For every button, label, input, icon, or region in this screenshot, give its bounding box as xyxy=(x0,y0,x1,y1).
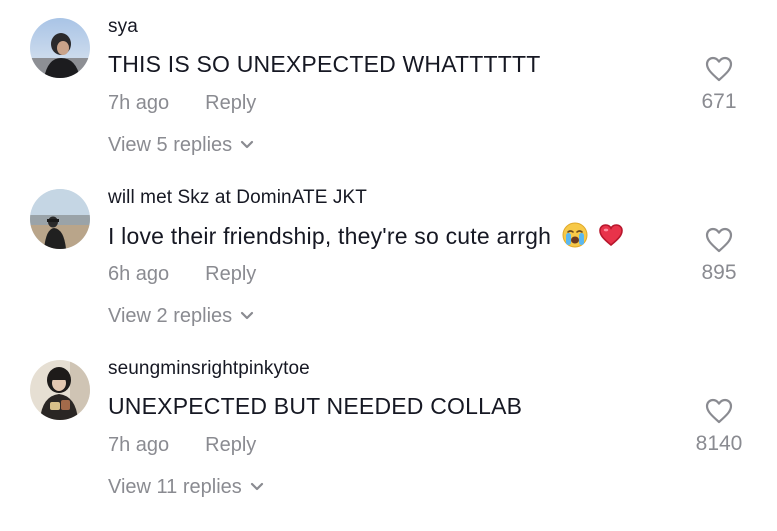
like-count: 8140 xyxy=(695,432,743,455)
heart-outline-icon[interactable] xyxy=(705,56,733,82)
chevron-down-icon xyxy=(240,133,254,156)
comment-meta: 7h ago Reply xyxy=(108,92,256,115)
comment-text: I love their friendship, they're so cute… xyxy=(108,222,624,254)
comment-text: THIS IS SO UNEXPECTED WHATTTTTT xyxy=(108,51,541,77)
view-replies-button[interactable]: View 11 replies xyxy=(108,476,264,499)
view-replies-button[interactable]: View 2 replies xyxy=(108,305,254,328)
comment-time: 7h ago xyxy=(108,434,170,456)
heart-outline-icon[interactable] xyxy=(705,398,733,424)
chevron-down-icon xyxy=(250,475,264,498)
crying-face-icon xyxy=(562,222,588,254)
comment-text-content: I love their friendship, they're so cute… xyxy=(108,223,552,250)
comment-meta: 6h ago Reply xyxy=(108,263,256,286)
avatar[interactable] xyxy=(30,18,90,78)
comment-item: sya THIS IS SO UNEXPECTED WHATTTTTT 7h a… xyxy=(0,16,777,189)
view-replies-button[interactable]: View 5 replies xyxy=(108,134,254,157)
view-replies-label: View 11 replies xyxy=(108,476,242,498)
comment-item: seungminsrightpinkytoe UNEXPECTED BUT NE… xyxy=(0,358,777,531)
comment-username[interactable]: will met Skz at DominATE JKT xyxy=(108,187,367,209)
red-heart-icon xyxy=(598,223,624,253)
reply-button[interactable]: Reply xyxy=(205,434,256,456)
avatar[interactable] xyxy=(30,360,90,420)
avatar[interactable] xyxy=(30,189,90,249)
like-count: 671 xyxy=(701,90,737,113)
heart-outline-icon[interactable] xyxy=(705,227,733,253)
comment-time: 7h ago xyxy=(108,92,170,114)
comment-time: 6h ago xyxy=(108,263,170,285)
chevron-down-icon xyxy=(240,304,254,327)
comment-item: will met Skz at DominATE JKT I love thei… xyxy=(0,187,777,360)
comment-text: UNEXPECTED BUT NEEDED COLLAB xyxy=(108,393,523,419)
comment-meta: 7h ago Reply xyxy=(108,434,256,457)
comment-username[interactable]: seungminsrightpinkytoe xyxy=(108,358,310,380)
comment-username[interactable]: sya xyxy=(108,16,138,38)
like-count: 895 xyxy=(701,261,737,284)
reply-button[interactable]: Reply xyxy=(205,263,256,285)
view-replies-label: View 2 replies xyxy=(108,305,233,327)
view-replies-label: View 5 replies xyxy=(108,134,233,156)
reply-button[interactable]: Reply xyxy=(205,92,256,114)
